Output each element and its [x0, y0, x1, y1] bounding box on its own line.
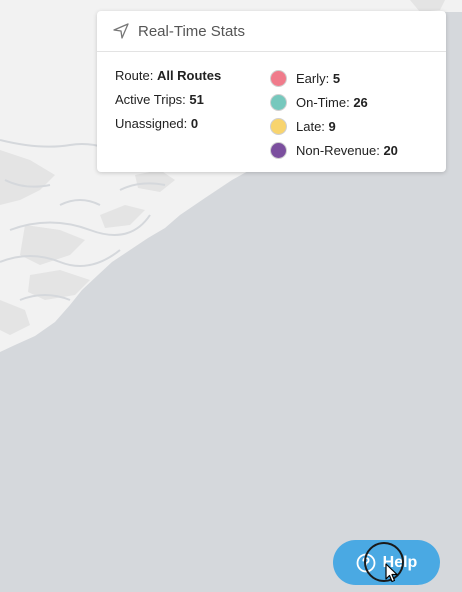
panel-header: Real-Time Stats	[97, 11, 446, 52]
question-circle-icon	[356, 553, 376, 573]
on-time-label: On-Time:	[296, 94, 350, 110]
stats-summary: Route: All Routes Active Trips: 51 Unass…	[115, 68, 221, 140]
legend-item-early: Early: 5	[270, 66, 398, 90]
status-legend: Early: 5 On-Time: 26 Late: 9 Non-Revenue…	[270, 66, 398, 162]
route-value: All Routes	[156, 68, 222, 83]
non-revenue-dot	[270, 141, 287, 159]
help-button[interactable]: Help	[333, 540, 440, 585]
help-label: Help	[382, 553, 418, 571]
on-time-value: 26	[353, 94, 368, 110]
late-label: Late:	[296, 118, 325, 134]
early-label: Early:	[296, 70, 330, 86]
unassigned-stat: Unassigned: 0	[115, 116, 221, 140]
unassigned-label: Unassigned:	[115, 116, 188, 131]
legend-item-non-revenue: Non-Revenue: 20	[270, 138, 398, 162]
route-label: Route:	[115, 68, 154, 83]
route-stat: Route: All Routes	[115, 68, 221, 92]
late-dot	[270, 117, 287, 135]
navigation-arrow-icon	[113, 23, 129, 39]
early-value: 5	[332, 70, 341, 86]
non-revenue-label: Non-Revenue:	[296, 142, 380, 158]
early-dot	[270, 69, 287, 87]
active-trips-stat: Active Trips: 51	[115, 92, 221, 116]
legend-item-late: Late: 9	[270, 114, 398, 138]
non-revenue-value: 20	[383, 142, 398, 158]
legend-item-on-time: On-Time: 26	[270, 90, 398, 114]
active-trips-value: 51	[189, 92, 204, 107]
realtime-stats-panel: Real-Time Stats Route: All Routes Active…	[97, 11, 446, 172]
on-time-dot	[270, 93, 287, 111]
unassigned-value: 0	[190, 116, 199, 131]
late-value: 9	[328, 118, 336, 134]
panel-title: Real-Time Stats	[138, 22, 245, 40]
active-trips-label: Active Trips:	[115, 92, 186, 107]
